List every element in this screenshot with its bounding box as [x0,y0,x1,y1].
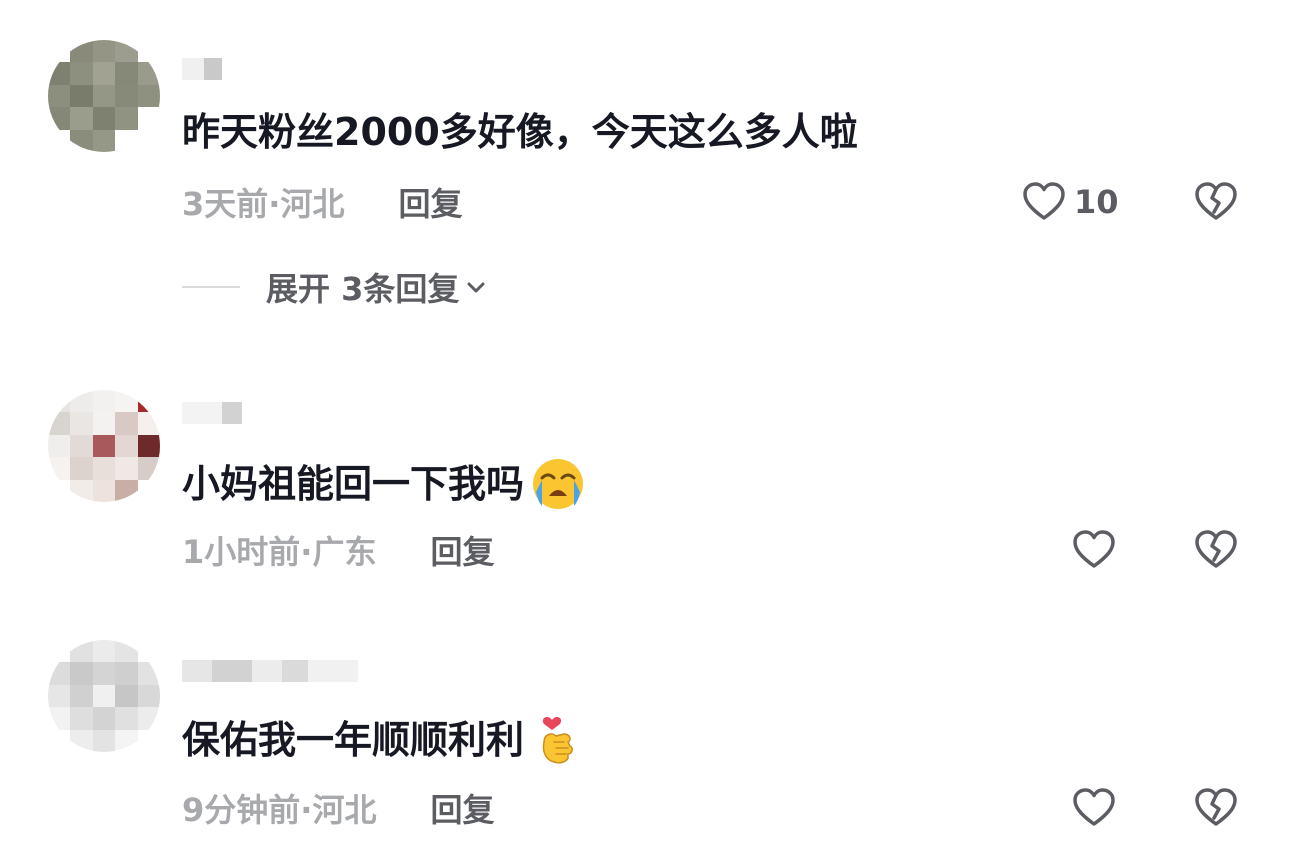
expand-replies-label: 展开 3条回复 [266,270,460,308]
comment-text-content: 保佑我一年顺顺利利 [182,718,525,762]
reply-button[interactable]: 回复 [430,790,494,830]
comment-meta: 9分钟前 · 河北 回复 [182,790,494,830]
expand-divider [182,286,240,288]
comment-text-content: 昨天粉丝2000多好像，今天这么多人啦 [182,110,858,154]
heart-outline-icon [1073,788,1115,826]
like-button[interactable]: 10 [1020,178,1119,226]
comment-text: 保佑我一年顺顺利利 [182,712,586,768]
dislike-button[interactable] [1192,526,1240,574]
broken-heart-icon [1195,182,1237,220]
heart-outline-icon [1023,182,1065,220]
loudly-crying-face-icon [533,459,584,509]
like-count: 10 [1074,183,1119,221]
comment-location: 广东 [312,533,377,571]
broken-heart-icon [1195,788,1237,826]
broken-heart-icon [1195,530,1237,568]
comment-location: 河北 [280,185,345,223]
username-blurred[interactable] [182,58,222,80]
comment-text-content: 小妈祖能回一下我吗 [182,462,525,506]
username-blurred[interactable] [182,402,242,424]
username-blurred[interactable] [182,660,358,682]
avatar[interactable] [48,40,160,152]
comment-time: 9分钟前 [182,791,301,829]
dislike-button[interactable] [1192,784,1240,832]
comment-text: 小妈祖能回一下我吗 [182,456,586,512]
finger-heart-hand-icon [542,717,573,764]
comment-meta: 3天前 · 河北 回复 [182,184,462,224]
comment-time: 1小时前 [182,533,301,571]
meta-separator: · [300,533,313,571]
chevron-down-icon [467,282,485,293]
comment-time: 3天前 [182,185,269,223]
like-button[interactable] [1070,526,1118,574]
expand-replies-button[interactable]: 展开 3条回复 [182,264,489,310]
heart-outline-icon [1073,530,1115,568]
reply-button[interactable]: 回复 [398,184,462,224]
comment-text: 昨天粉丝2000多好像，今天这么多人啦 [182,108,858,156]
meta-separator: · [300,791,313,829]
avatar[interactable] [48,390,160,502]
comment-location: 河北 [312,791,377,829]
comment-meta: 1小时前 · 广东 回复 [182,532,494,572]
like-button[interactable] [1070,784,1118,832]
reply-button[interactable]: 回复 [430,532,494,572]
avatar[interactable] [48,640,160,752]
dislike-button[interactable] [1192,178,1240,226]
meta-separator: · [268,185,281,223]
